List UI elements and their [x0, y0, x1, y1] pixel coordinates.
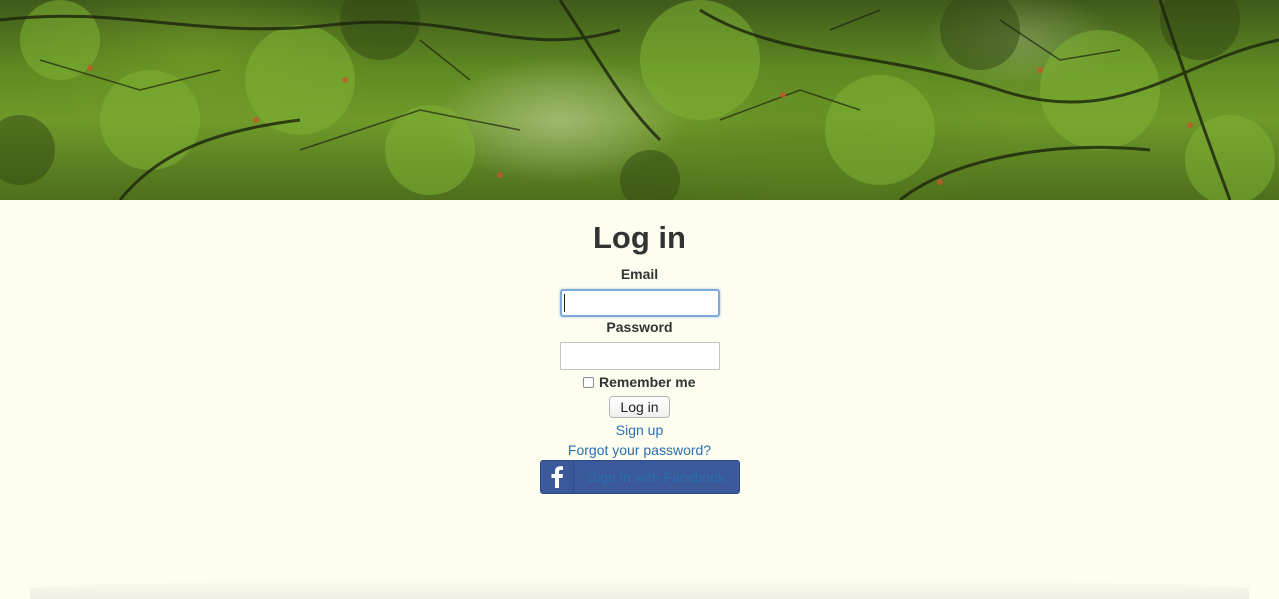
facebook-signin-button[interactable]: Sign in with Facebook	[540, 460, 740, 494]
facebook-signin-label: Sign in with Facebook	[588, 469, 725, 485]
password-label: Password	[606, 319, 673, 335]
login-button[interactable]: Log in	[609, 396, 670, 418]
footer-shadow	[30, 579, 1249, 599]
forest-canopy-graphic	[0, 0, 1279, 200]
login-section: Log in Email Password Remember me Log in…	[0, 200, 1279, 599]
forgot-password-link[interactable]: Forgot your password?	[0, 441, 1279, 459]
text-caret	[564, 294, 565, 312]
remember-me-checkbox[interactable]	[583, 376, 594, 388]
hero-banner-image	[0, 0, 1279, 200]
remember-me-row: Remember me	[583, 373, 696, 391]
password-field[interactable]	[560, 342, 720, 370]
remember-me-label[interactable]: Remember me	[599, 374, 696, 390]
page-title: Log in	[593, 220, 686, 255]
sign-up-link[interactable]: Sign up	[0, 421, 1279, 439]
email-label: Email	[620, 266, 659, 282]
facebook-icon	[541, 461, 574, 493]
email-field[interactable]	[560, 289, 720, 317]
